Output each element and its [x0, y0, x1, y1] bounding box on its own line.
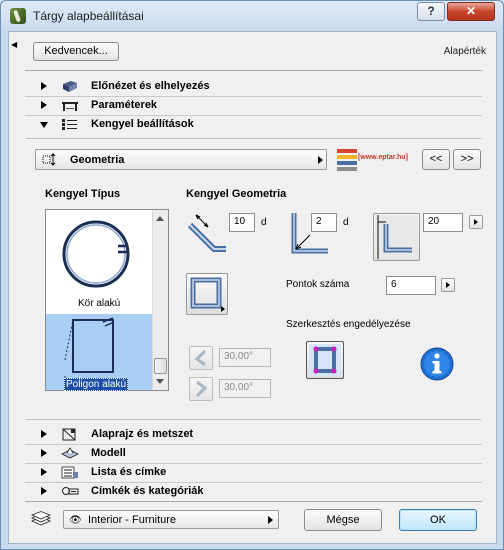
section-label: Paraméterek	[91, 99, 158, 111]
previous-button[interactable]: <<	[422, 149, 450, 170]
section-label: Kengyel beállítások	[91, 118, 194, 130]
expand-arrow-icon[interactable]	[41, 82, 47, 90]
section-preview[interactable]: Előnézet és elhelyezés	[41, 78, 481, 96]
list-item[interactable]: Kör alakú	[46, 210, 152, 314]
layer-icon	[31, 511, 51, 526]
popup-arrow-icon	[268, 516, 273, 524]
cover-icon-button[interactable]	[373, 213, 420, 261]
scroll-up-icon[interactable]	[156, 216, 164, 221]
geometry-icon	[42, 153, 56, 166]
ok-button[interactable]: OK	[399, 509, 477, 531]
section-floorplan[interactable]: Alaprajz és metszet	[41, 426, 481, 444]
section-label: Címkék és kategóriák	[91, 485, 204, 497]
expand-arrow-icon[interactable]	[41, 487, 47, 495]
dialog-body: ◀ Kedvencek... Alapérték Előnézet és elh…	[8, 31, 497, 544]
section-parameters[interactable]: Paraméterek	[41, 97, 481, 115]
geometry-popup-label: Geometria	[70, 154, 125, 166]
shape-option-button[interactable]	[186, 273, 228, 315]
section-stirrup-settings[interactable]: Kengyel beállítások	[40, 116, 481, 134]
geometry-heading: Kengyel Geometria	[186, 188, 287, 200]
list-icon	[61, 466, 78, 479]
expand-arrow-icon[interactable]	[41, 468, 47, 476]
preview-icon	[63, 81, 77, 92]
stirrup-settings-icon	[62, 119, 77, 130]
collapse-arrow-icon[interactable]	[40, 122, 48, 128]
angle2-input[interactable]: 30,00°	[219, 379, 271, 398]
section-label: Modell	[91, 447, 126, 459]
edit-toggle-button[interactable]	[306, 341, 344, 379]
cover-popup-arrow-icon[interactable]	[469, 215, 483, 229]
info-icon[interactable]	[420, 347, 454, 381]
expand-arrow-icon[interactable]	[41, 449, 47, 457]
cover-input[interactable]: 20	[423, 213, 463, 232]
favorites-button[interactable]: Kedvencek...	[33, 42, 119, 61]
next-button[interactable]: >>	[453, 149, 481, 170]
scroll-thumb[interactable]	[154, 358, 167, 374]
angle-up-icon	[194, 349, 207, 367]
section-tags[interactable]: Címkék és kategóriák	[41, 483, 481, 501]
scroll-down-icon[interactable]	[156, 379, 164, 384]
app-icon	[10, 8, 26, 24]
points-popup-arrow-icon[interactable]	[441, 278, 455, 292]
angle2-icon-button[interactable]	[189, 377, 213, 401]
divider	[25, 70, 482, 71]
parameters-icon	[62, 102, 78, 111]
help-button[interactable]: ?	[417, 2, 445, 21]
concrete-cover-icon	[375, 215, 418, 259]
close-button[interactable]: ✕	[447, 2, 495, 21]
divider	[25, 501, 482, 502]
cancel-button[interactable]: Mégse	[304, 509, 382, 531]
popup-arrow-icon	[318, 156, 323, 164]
section-list[interactable]: Lista és címke	[41, 464, 481, 482]
eye-icon: 👁	[69, 515, 82, 526]
logo-text: [www.eptar.hu]	[358, 154, 408, 161]
section-label: Alaprajz és metszet	[91, 428, 194, 440]
section-model[interactable]: Modell	[41, 445, 481, 463]
eptar-logo-icon	[337, 149, 357, 171]
model-icon	[61, 447, 79, 459]
list-item-label: Poligon alakú	[64, 378, 129, 391]
default-label: Alapérték	[443, 46, 486, 57]
circle-stirrup-icon	[62, 220, 130, 288]
section-label: Előnézet és elhelyezés	[91, 80, 210, 92]
angle1-input[interactable]: 30,00°	[219, 348, 271, 367]
points-label: Pontok száma	[286, 279, 350, 290]
title-bar: Tárgy alapbeállításai ? ✕	[1, 1, 503, 31]
edit-enable-label: Szerkesztés engedélyezése	[286, 319, 411, 330]
list-item-selected[interactable]: Poligon alakú	[46, 314, 152, 391]
expand-arrow-icon[interactable]	[41, 430, 47, 438]
polygon-stirrup-icon	[64, 317, 115, 380]
hook-length-input[interactable]: 10	[229, 213, 255, 232]
eptar-logo: [www.eptar.hu]	[336, 147, 411, 173]
tags-icon	[62, 487, 79, 495]
bend-diameter-unit: d	[343, 217, 349, 228]
bend-diameter-input[interactable]: 2	[311, 213, 337, 232]
expand-arrow-icon[interactable]	[41, 101, 47, 109]
geometry-popup[interactable]: Geometria	[35, 149, 327, 170]
list-item-label: Kör alakú	[78, 298, 121, 309]
type-heading: Kengyel Típus	[45, 188, 121, 200]
dialog-window: Tárgy alapbeállításai ? ✕ ◀ Kedvencek...…	[0, 0, 504, 550]
angle1-icon-button[interactable]	[189, 346, 213, 370]
stirrup-type-list[interactable]: Kör alakú Poligon alakú	[45, 209, 169, 391]
list-scrollbar[interactable]	[152, 210, 168, 390]
layer-popup[interactable]: 👁 Interior - Furniture	[63, 510, 279, 529]
edit-shape-icon	[309, 344, 341, 376]
layer-label: Interior - Furniture	[88, 514, 177, 526]
square-stirrup-icon	[190, 277, 225, 312]
angle-down-icon	[195, 380, 208, 398]
hook-length-icon	[187, 214, 226, 252]
window-title: Tárgy alapbeállításai	[33, 9, 144, 23]
points-input[interactable]: 6	[386, 276, 436, 295]
floorplan-icon	[62, 428, 76, 441]
stirrup-settings-panel: Geometria [www.eptar.hu] << >> Kengyel T…	[26, 138, 483, 420]
collapse-left-icon[interactable]: ◀	[11, 40, 17, 49]
section-label: Lista és címke	[91, 466, 167, 478]
hook-length-unit: d	[261, 217, 267, 228]
